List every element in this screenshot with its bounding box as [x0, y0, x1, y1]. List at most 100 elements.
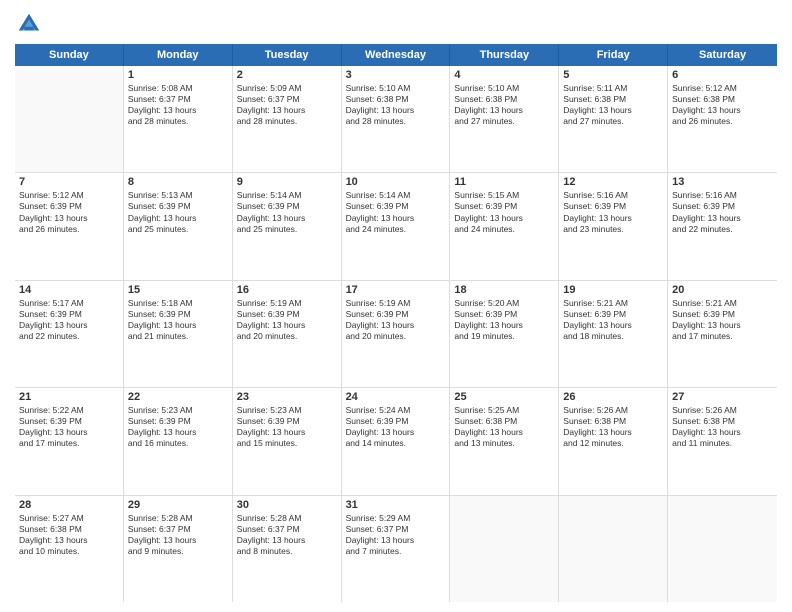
cal-header-saturday: Saturday — [668, 44, 777, 66]
cell-info-line: Sunrise: 5:26 AM — [672, 405, 773, 416]
cell-info-line: Sunrise: 5:18 AM — [128, 298, 228, 309]
cal-cell: 27Sunrise: 5:26 AMSunset: 6:38 PMDayligh… — [668, 388, 777, 494]
cell-info-line: Daylight: 13 hours — [563, 427, 663, 438]
cell-info-line: Daylight: 13 hours — [454, 427, 554, 438]
cell-info-line: Daylight: 13 hours — [563, 213, 663, 224]
day-number: 3 — [346, 69, 446, 81]
cell-info-line: Daylight: 13 hours — [346, 213, 446, 224]
cell-info-line: Sunrise: 5:27 AM — [19, 513, 119, 524]
cell-info-line: Sunrise: 5:23 AM — [237, 405, 337, 416]
cell-info-line: Sunrise: 5:12 AM — [19, 190, 119, 201]
day-number: 5 — [563, 69, 663, 81]
cell-info-line: Sunset: 6:38 PM — [563, 94, 663, 105]
calendar-header-row: SundayMondayTuesdayWednesdayThursdayFrid… — [15, 44, 777, 66]
day-number: 17 — [346, 284, 446, 296]
day-number: 25 — [454, 391, 554, 403]
calendar-week-1: 1Sunrise: 5:08 AMSunset: 6:37 PMDaylight… — [15, 66, 777, 173]
cal-cell: 5 Sunrise: 5:11 AMSunset: 6:38 PMDaylight… — [559, 66, 668, 172]
cell-info-line: Sunset: 6:39 PM — [19, 201, 119, 212]
cell-info-line: Sunset: 6:39 PM — [454, 201, 554, 212]
cell-info-line: Sunrise: 5:09 AM — [237, 83, 337, 94]
day-number: 1 — [128, 69, 228, 81]
cell-info-line: Daylight: 13 hours — [19, 427, 119, 438]
cell-info-line: Daylight: 13 hours — [128, 213, 228, 224]
cell-info-line: Daylight: 13 hours — [237, 427, 337, 438]
cal-cell: 30Sunrise: 5:28 AMSunset: 6:37 PMDayligh… — [233, 496, 342, 602]
cell-info-line: Daylight: 13 hours — [563, 105, 663, 116]
cell-info-line: Sunset: 6:39 PM — [346, 309, 446, 320]
cell-info-line: and 26 minutes. — [19, 224, 119, 235]
cal-cell: 9Sunrise: 5:14 AMSunset: 6:39 PMDaylight… — [233, 173, 342, 279]
cell-info-line: Sunset: 6:39 PM — [454, 309, 554, 320]
day-number: 10 — [346, 176, 446, 188]
day-number: 23 — [237, 391, 337, 403]
cell-info-line: Daylight: 13 hours — [563, 320, 663, 331]
day-number: 21 — [19, 391, 119, 403]
day-number: 2 — [237, 69, 337, 81]
cell-info-line: Daylight: 13 hours — [346, 320, 446, 331]
day-number: 15 — [128, 284, 228, 296]
day-number: 7 — [19, 176, 119, 188]
cal-header-friday: Friday — [559, 44, 668, 66]
day-number: 19 — [563, 284, 663, 296]
cell-info-line: Sunset: 6:39 PM — [563, 309, 663, 320]
cell-info-line: and 14 minutes. — [346, 438, 446, 449]
cell-info-line: Sunrise: 5:29 AM — [346, 513, 446, 524]
cell-info-line: Sunset: 6:39 PM — [128, 201, 228, 212]
cal-cell: 7 Sunrise: 5:12 AMSunset: 6:39 PMDaylight… — [15, 173, 124, 279]
cell-info-line: and 28 minutes. — [346, 116, 446, 127]
cell-info-line: Sunrise: 5:17 AM — [19, 298, 119, 309]
cell-info-line: and 8 minutes. — [237, 546, 337, 557]
cal-cell: 25Sunrise: 5:25 AMSunset: 6:38 PMDayligh… — [450, 388, 559, 494]
cell-info-line: Sunset: 6:38 PM — [672, 416, 773, 427]
cal-cell: 6Sunrise: 5:12 AMSunset: 6:38 PMDaylight… — [668, 66, 777, 172]
cal-cell: 19Sunrise: 5:21 AMSunset: 6:39 PMDayligh… — [559, 281, 668, 387]
cal-cell: 12Sunrise: 5:16 AMSunset: 6:39 PMDayligh… — [559, 173, 668, 279]
cal-cell: 15Sunrise: 5:18 AMSunset: 6:39 PMDayligh… — [124, 281, 233, 387]
cell-info-line: Daylight: 13 hours — [346, 427, 446, 438]
cell-info-line: Sunrise: 5:14 AM — [346, 190, 446, 201]
cell-info-line: Sunset: 6:37 PM — [128, 524, 228, 535]
cell-info-line: and 27 minutes. — [563, 116, 663, 127]
cell-info-line: Daylight: 13 hours — [237, 320, 337, 331]
cell-info-line: Sunrise: 5:11 AM — [563, 83, 663, 94]
cell-info-line: Sunset: 6:38 PM — [454, 94, 554, 105]
cal-cell: 20Sunrise: 5:21 AMSunset: 6:39 PMDayligh… — [668, 281, 777, 387]
calendar-week-2: 7Sunrise: 5:12 AMSunset: 6:39 PMDaylight… — [15, 173, 777, 280]
cal-cell: 3Sunrise: 5:10 AMSunset: 6:38 PMDaylight… — [342, 66, 451, 172]
cell-info-line: Sunset: 6:38 PM — [454, 416, 554, 427]
cal-cell: 21Sunrise: 5:22 AMSunset: 6:39 PMDayligh… — [15, 388, 124, 494]
calendar: SundayMondayTuesdayWednesdayThursdayFrid… — [15, 44, 777, 602]
page-header — [15, 10, 777, 38]
cell-info-line: Daylight: 13 hours — [237, 105, 337, 116]
cell-info-line: Sunset: 6:37 PM — [237, 524, 337, 535]
cell-info-line: and 15 minutes. — [237, 438, 337, 449]
cell-info-line: and 22 minutes. — [19, 331, 119, 342]
cell-info-line: Daylight: 13 hours — [672, 105, 773, 116]
cell-info-line: Daylight: 13 hours — [454, 213, 554, 224]
cal-cell: 2Sunrise: 5:09 AMSunset: 6:37 PMDaylight… — [233, 66, 342, 172]
cell-info-line: and 20 minutes. — [237, 331, 337, 342]
cell-info-line: and 26 minutes. — [672, 116, 773, 127]
cal-cell — [15, 66, 124, 172]
cell-info-line: Sunset: 6:39 PM — [237, 416, 337, 427]
cell-info-line: and 28 minutes. — [128, 116, 228, 127]
cell-info-line: Sunset: 6:39 PM — [346, 201, 446, 212]
cell-info-line: Sunset: 6:38 PM — [563, 416, 663, 427]
cell-info-line: Daylight: 13 hours — [19, 213, 119, 224]
day-number: 4 — [454, 69, 554, 81]
cal-cell: 18Sunrise: 5:20 AMSunset: 6:39 PMDayligh… — [450, 281, 559, 387]
cell-info-line: Daylight: 13 hours — [454, 320, 554, 331]
cell-info-line: Daylight: 13 hours — [346, 535, 446, 546]
cell-info-line: and 7 minutes. — [346, 546, 446, 557]
cell-info-line: and 23 minutes. — [563, 224, 663, 235]
cell-info-line: Sunrise: 5:14 AM — [237, 190, 337, 201]
cell-info-line: Sunrise: 5:28 AM — [128, 513, 228, 524]
cell-info-line: and 19 minutes. — [454, 331, 554, 342]
day-number: 20 — [672, 284, 773, 296]
cell-info-line: Sunrise: 5:08 AM — [128, 83, 228, 94]
cell-info-line: Sunset: 6:39 PM — [237, 309, 337, 320]
cal-cell: 28Sunrise: 5:27 AMSunset: 6:38 PMDayligh… — [15, 496, 124, 602]
cell-info-line: Sunrise: 5:16 AM — [563, 190, 663, 201]
cell-info-line: Daylight: 13 hours — [19, 535, 119, 546]
